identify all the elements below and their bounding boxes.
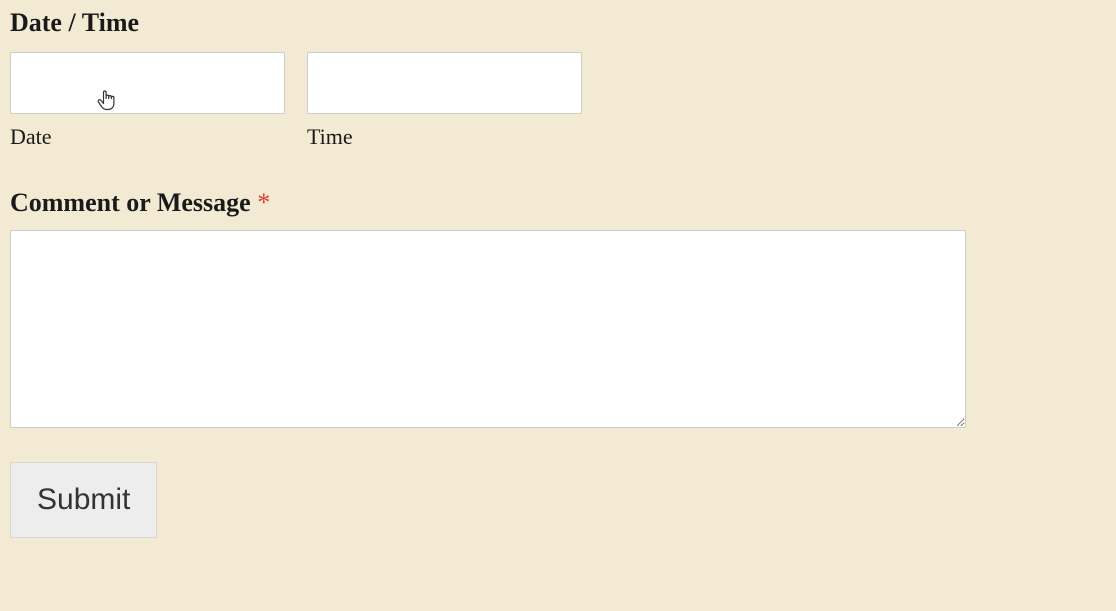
submit-button[interactable]: Submit	[10, 462, 157, 538]
date-input[interactable]	[10, 52, 285, 114]
time-input[interactable]	[307, 52, 582, 114]
comment-heading: Comment or Message *	[10, 188, 1106, 218]
datetime-row: Date Time	[10, 52, 1106, 150]
time-label: Time	[307, 124, 582, 150]
date-label: Date	[10, 124, 285, 150]
datetime-heading: Date / Time	[10, 8, 1106, 38]
date-field-group: Date	[10, 52, 285, 150]
comment-heading-text: Comment or Message	[10, 188, 257, 217]
required-mark-icon: *	[257, 188, 270, 217]
comment-textarea[interactable]	[10, 230, 966, 428]
time-field-group: Time	[307, 52, 582, 150]
